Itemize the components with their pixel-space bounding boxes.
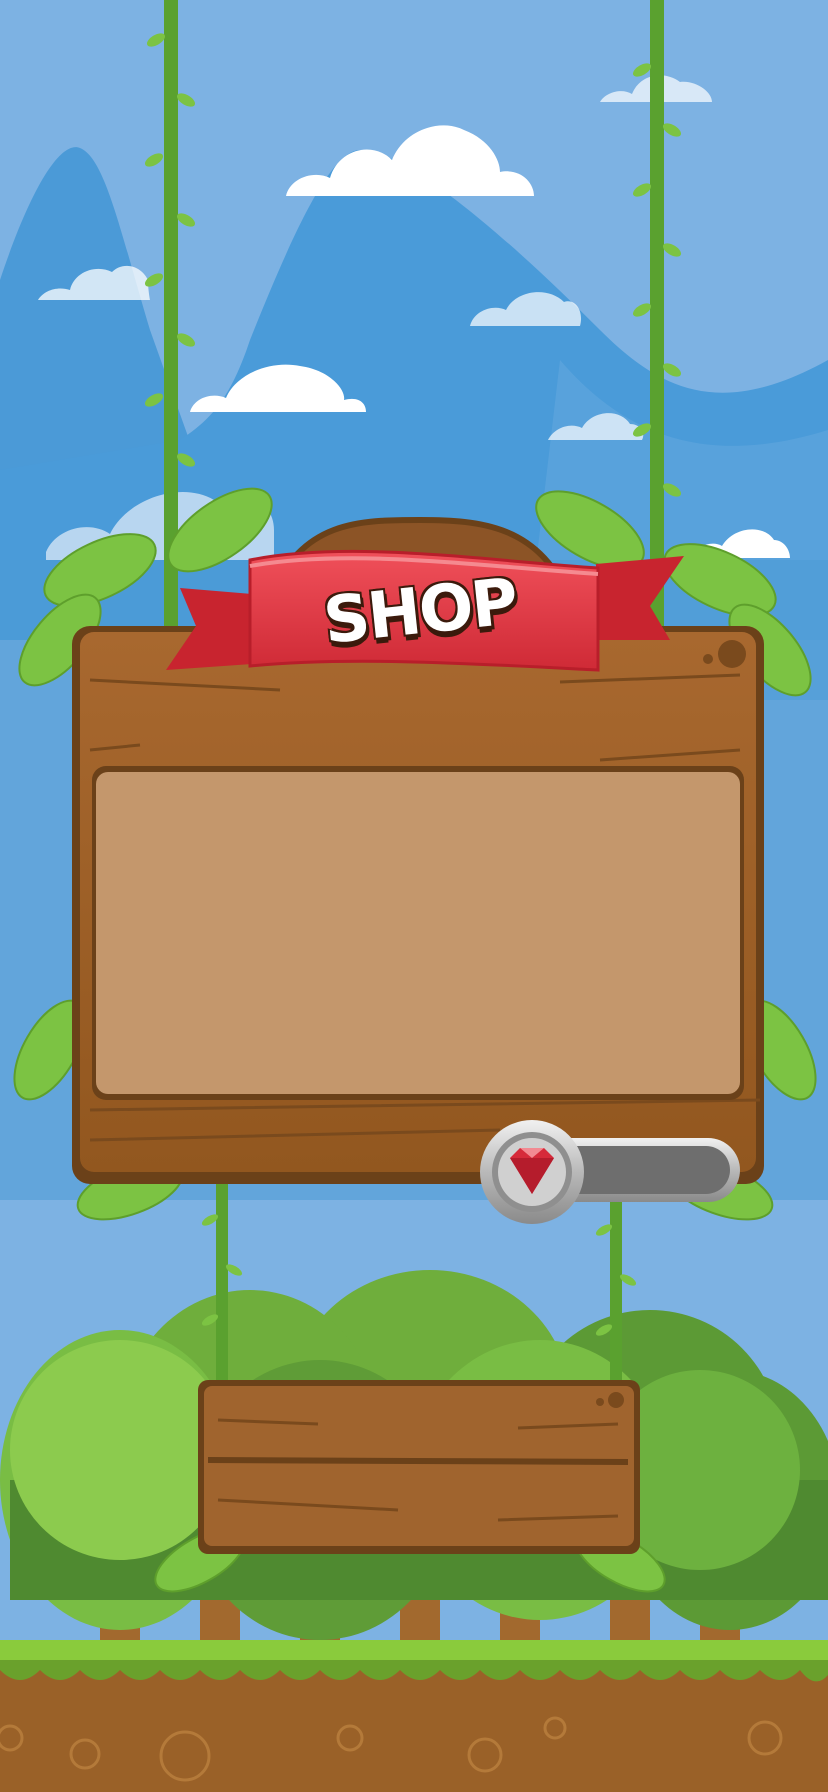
game-scene: SHOP [0, 0, 828, 1792]
ruby-gem-icon [510, 1148, 554, 1194]
gem-count [580, 1140, 720, 1198]
bottom-wood-button[interactable] [198, 1380, 640, 1554]
